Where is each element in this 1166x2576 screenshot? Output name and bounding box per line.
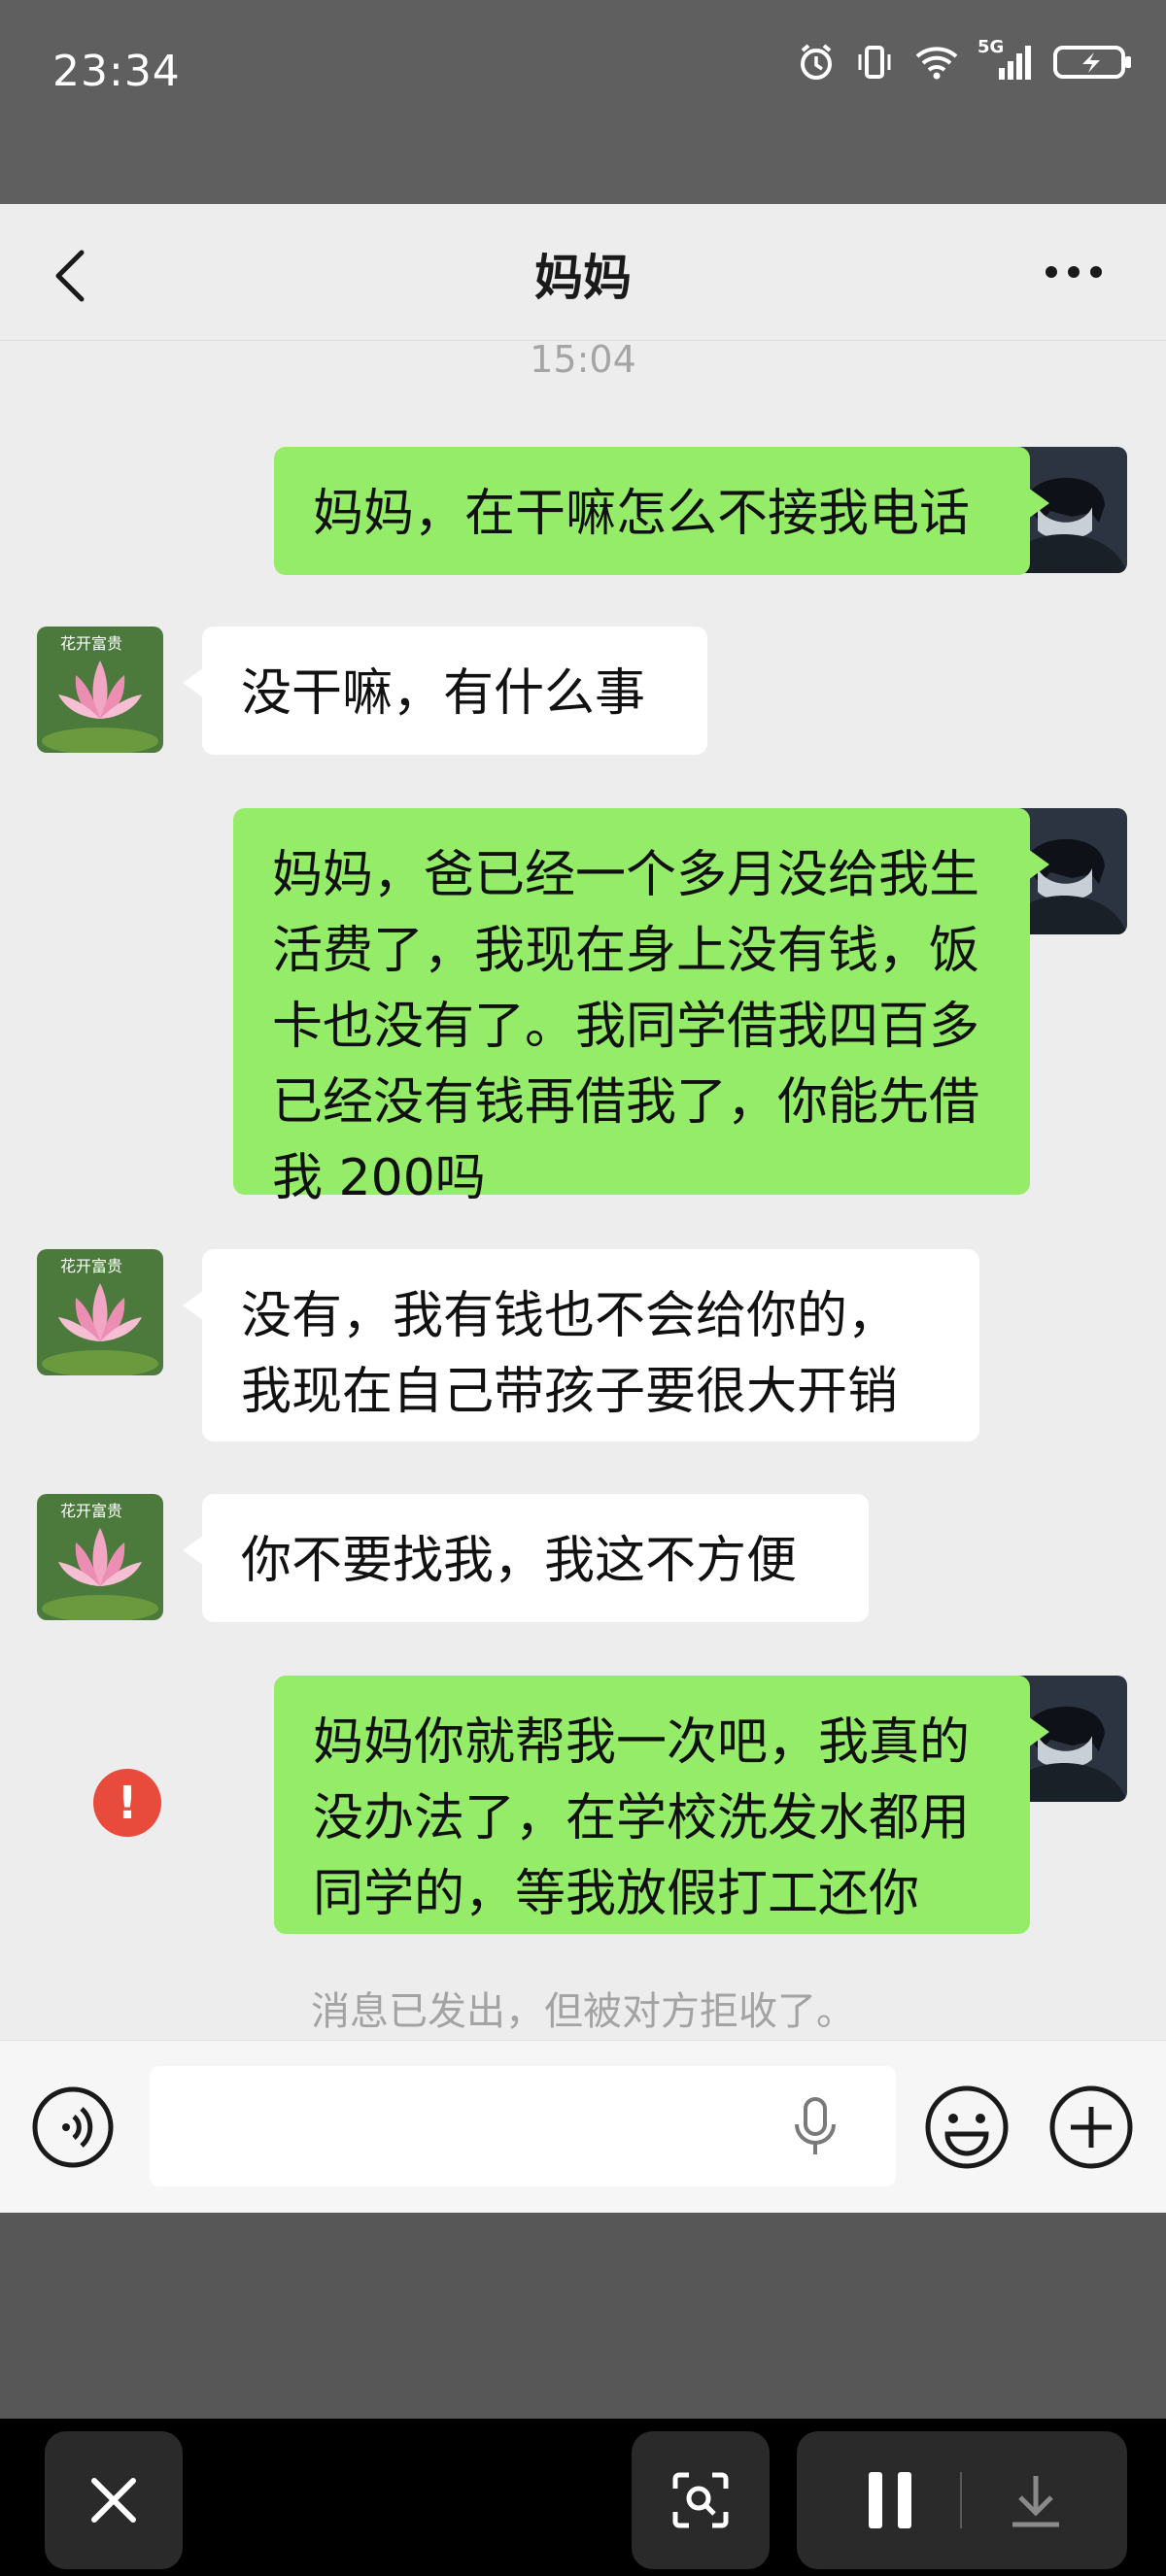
scan-button[interactable] (632, 2431, 770, 2569)
status-bar-area: 23:34 5G (0, 0, 1166, 204)
message-bubble[interactable]: 妈妈，爸已经一个多月没给我生活费了，我现在身上没有钱，饭卡也没有了。我同学借我四… (233, 808, 1049, 1207)
message-text: 妈妈，在干嘛怎么不接我电话 (313, 485, 971, 543)
mic-icon[interactable] (791, 2095, 840, 2161)
message-timestamp: 15:04 (530, 338, 636, 381)
message-bubble[interactable]: 没有，我有钱也不会给你的，我现在自己带孩子要很大开销 (183, 1249, 979, 1441)
close-icon (89, 2476, 138, 2528)
battery-icon (1053, 43, 1133, 82)
message-text: 你不要找我，我这不方便 (241, 1532, 798, 1590)
contact-avatar[interactable]: 花开富贵 (37, 1249, 163, 1375)
contact-avatar[interactable]: 花开富贵 (37, 627, 163, 753)
playback-controls (797, 2431, 1127, 2569)
alarm-icon (797, 43, 836, 82)
contact-avatar[interactable]: 花开富贵 (37, 1494, 163, 1620)
message-input[interactable] (150, 2066, 896, 2186)
message-bubble[interactable]: 没干嘛，有什么事 (183, 627, 707, 755)
vibrate-icon (855, 43, 894, 82)
network-type: 5G (977, 37, 1005, 57)
divider (960, 2472, 962, 2528)
chat-title: 妈妈 (534, 250, 632, 306)
pause-icon[interactable] (865, 2470, 915, 2534)
avatar-caption: 花开富贵 (60, 1257, 123, 1275)
download-icon[interactable] (1009, 2472, 1063, 2532)
message-text: 妈妈你就帮我一次吧，我真的没办法了，在学校洗发水都用同学的，等我放假打工还你 (313, 1713, 971, 1923)
viewer-backdrop (0, 2213, 1166, 2419)
message-bubble[interactable]: 你不要找我，我这不方便 (183, 1494, 869, 1622)
close-button[interactable] (45, 2431, 183, 2569)
scan-icon (671, 2471, 730, 2533)
chat-screen: 妈妈 15:04 妈妈，在干嘛怎么不接我电话 花开富贵 没干嘛，有什么事 妈妈，… (0, 204, 1166, 2213)
input-bar (0, 2040, 1166, 2212)
chat-nav-bar: 妈妈 (0, 204, 1166, 341)
message-text: 妈妈，爸已经一个多月没给我生活费了，我现在身上没有钱，饭卡也没有了。我同学借我四… (272, 846, 980, 1207)
message-bubble[interactable]: 妈妈，在干嘛怎么不接我电话 (274, 447, 1049, 575)
plus-icon[interactable] (1047, 2084, 1135, 2175)
message-text: 没干嘛，有什么事 (241, 664, 646, 723)
status-icons: 5G (797, 37, 1133, 82)
send-failed-icon[interactable]: ! (93, 1769, 161, 1837)
signal-icon: 5G (977, 37, 1034, 82)
voice-icon[interactable] (31, 2085, 115, 2173)
status-time: 23:34 (52, 47, 181, 96)
emoji-icon[interactable] (923, 2084, 1011, 2175)
avatar-caption: 花开富贵 (60, 634, 123, 653)
avatar-caption: 花开富贵 (60, 1502, 123, 1520)
more-icon[interactable] (1044, 262, 1104, 282)
wifi-icon (913, 43, 960, 82)
message-bubble[interactable]: 妈妈你就帮我一次吧，我真的没办法了，在学校洗发水都用同学的，等我放假打工还你 (274, 1676, 1049, 1934)
message-text: 没有，我有钱也不会给你的，我现在自己带孩子要很大开销 (241, 1287, 899, 1421)
rejected-notice: 消息已发出，但被对方拒收了。 (311, 1989, 855, 2034)
